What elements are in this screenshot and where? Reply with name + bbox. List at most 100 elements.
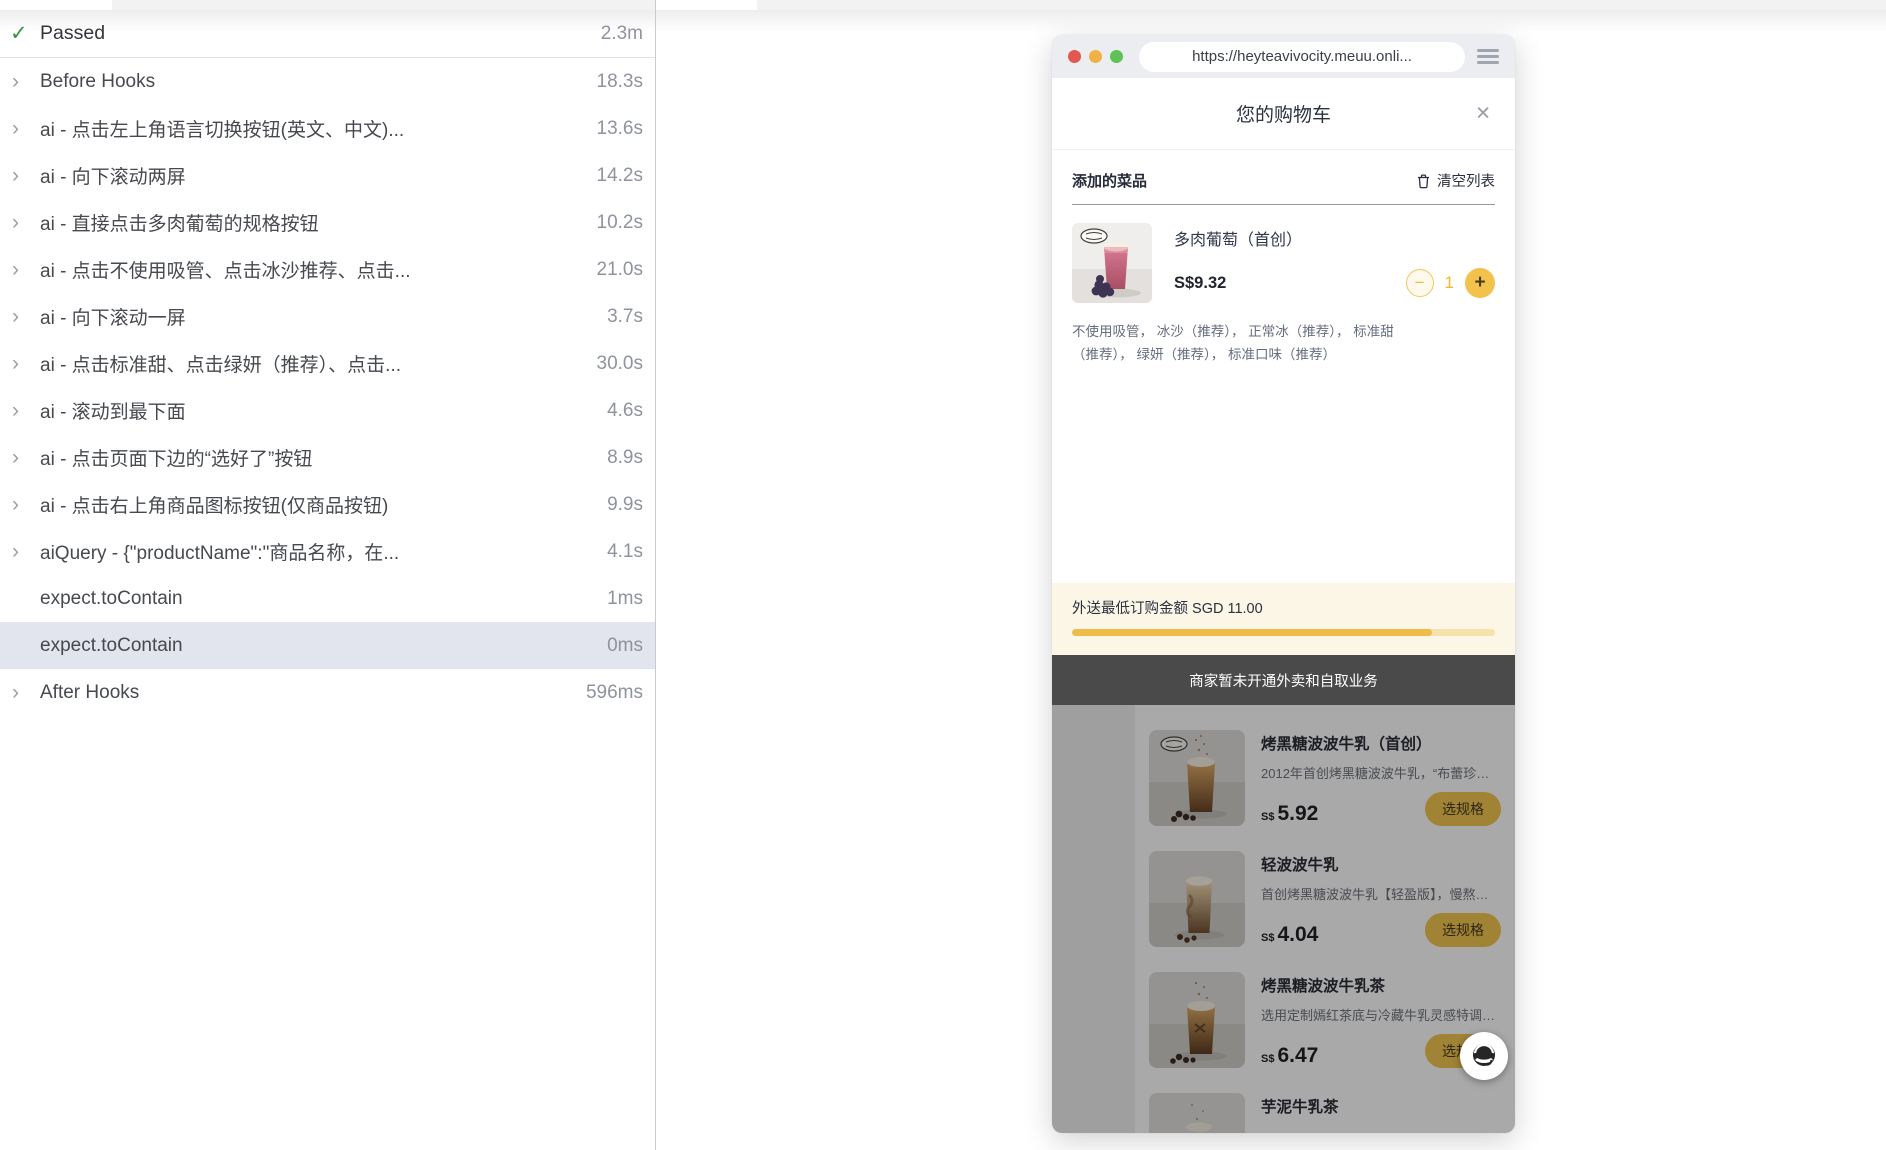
price-value: 4.04 <box>1277 923 1319 946</box>
product-name: 芋泥牛乳茶 <box>1261 1099 1339 1116</box>
step-row-expect-selected[interactable]: expect.toContain 0ms <box>0 622 655 669</box>
chevron-right-icon[interactable]: › <box>12 682 40 703</box>
chevron-right-icon[interactable]: › <box>12 494 40 515</box>
clear-cart-button[interactable]: 清空列表 <box>1416 170 1495 191</box>
product-description: 首创烤黑糖波波牛乳【轻盈版】，慢熬… <box>1261 887 1489 902</box>
price-value: 6.47 <box>1277 1044 1319 1067</box>
select-spec-button[interactable]: 选规格 <box>1425 792 1501 826</box>
product-image-grape-drink <box>1072 223 1152 303</box>
step-row[interactable]: › ai - 滚动到最下面 4.6s <box>0 387 655 434</box>
close-window-button[interactable] <box>1068 50 1081 63</box>
store-closed-banner: 商家暂未开通外卖和自取业务 <box>1052 655 1515 705</box>
timeline-notch <box>656 0 757 10</box>
product-name: 烤黑糖波波牛乳茶 <box>1261 978 1386 995</box>
step-row[interactable]: › ai - 点击左上角语言切换按钮(英文、中文)... 13.6s <box>0 105 655 152</box>
step-time: 9.9s <box>607 493 643 515</box>
step-row-aiquery[interactable]: › aiQuery - {"productName":"商品名称，在... 4.… <box>0 528 655 575</box>
page-title: 您的购物车 <box>1235 105 1331 126</box>
step-time: 596ms <box>585 681 643 703</box>
chevron-right-icon[interactable]: › <box>12 71 40 92</box>
zoom-window-button[interactable] <box>1110 50 1123 63</box>
product-name: 轻波波牛乳 <box>1261 857 1339 874</box>
step-row[interactable]: › ai - 点击不使用吸管、点击冰沙推荐、点击... 21.0s <box>0 246 655 293</box>
step-time: 30.0s <box>596 352 643 374</box>
cart-item-name: 多肉葡萄（首创） <box>1174 232 1303 249</box>
timeline-notch <box>0 0 112 10</box>
chevron-right-icon[interactable]: › <box>12 259 40 280</box>
step-row-after-hooks[interactable]: › After Hooks 596ms <box>0 669 655 716</box>
cart-item-specs: 不使用吸管， 冰沙（推荐）， 正常冰（推荐）， 标准甜（推荐）， 绿妍（推荐），… <box>1072 324 1394 362</box>
menu-icon[interactable] <box>1477 46 1499 68</box>
product-name: 烤黑糖波波牛乳（首创） <box>1261 736 1432 753</box>
step-label: ai - 点击标准甜、点击绿妍（推荐）、点击... <box>40 355 402 376</box>
step-label: Before Hooks <box>40 70 156 92</box>
chevron-right-icon[interactable]: › <box>12 165 40 186</box>
step-time: 14.2s <box>596 164 643 186</box>
price-value: 5.92 <box>1277 802 1319 825</box>
cart-item: 多肉葡萄（首创） S$9.32 − 1 + <box>1072 223 1495 303</box>
cart-item-price: S$9.32 <box>1174 273 1227 292</box>
product-image-brown-sugar-milk-tea <box>1149 972 1245 1068</box>
delivery-progress-fill <box>1072 629 1432 636</box>
step-time: 4.1s <box>607 540 643 562</box>
step-row[interactable]: › ai - 向下滚动两屏 14.2s <box>0 152 655 199</box>
check-icon: ✓ <box>10 22 28 45</box>
step-row[interactable]: › ai - 向下滚动一屏 3.7s <box>0 293 655 340</box>
currency-label: S$ <box>1261 932 1275 944</box>
step-label: ai - 点击右上角商品图标按钮(仅商品按钮) <box>40 496 389 517</box>
list-item[interactable]: 烤黑糖波波牛乳（首创） 2012年首创烤黑糖波波牛乳，“布蕾珍… S$ 5.92 … <box>1149 730 1501 826</box>
timeline-strip <box>0 0 1886 10</box>
select-spec-button[interactable]: 选规格 <box>1425 913 1501 947</box>
step-label: After Hooks <box>40 681 140 703</box>
step-label: ai - 点击左上角语言切换按钮(英文、中文)... <box>40 120 405 141</box>
chevron-right-icon[interactable]: › <box>12 118 40 139</box>
step-time: 4.6s <box>607 399 643 421</box>
clear-cart-label: 清空列表 <box>1437 174 1495 190</box>
currency-label: S$ <box>1261 811 1275 823</box>
close-icon[interactable]: ✕ <box>1475 102 1491 125</box>
step-row[interactable]: › ai - 点击右上角商品图标按钮(仅商品按钮) 9.9s <box>0 481 655 528</box>
minimize-window-button[interactable] <box>1089 50 1102 63</box>
step-time: 0ms <box>607 634 643 656</box>
step-label: ai - 向下滚动一屏 <box>40 308 186 329</box>
chevron-right-icon[interactable]: › <box>12 353 40 374</box>
increase-quantity-button[interactable]: + <box>1465 268 1495 298</box>
store-closed-text: 商家暂未开通外卖和自取业务 <box>1189 673 1378 690</box>
list-item[interactable]: 芋泥牛乳茶 <box>1149 1093 1501 1133</box>
step-row[interactable]: › ai - 直接点击多肉葡萄的规格按钮 10.2s <box>0 199 655 246</box>
chevron-right-icon[interactable]: › <box>12 400 40 421</box>
cart-section: 添加的菜品 清空列表 多肉葡萄（首创） S$9.32 − 1 + 不使用吸管， … <box>1052 150 1515 583</box>
customer-service-button[interactable] <box>1460 1032 1508 1080</box>
product-description: 选用定制嫣红茶底与冷藏牛乳灵感特调… <box>1261 1008 1495 1023</box>
chevron-right-icon[interactable]: › <box>12 447 40 468</box>
customer-service-icon <box>1473 1043 1495 1066</box>
step-label: aiQuery - {"productName":"商品名称，在... <box>40 543 400 564</box>
trash-icon <box>1418 173 1429 188</box>
quantity-stepper: − 1 + <box>1405 268 1495 298</box>
step-label: ai - 点击页面下边的“选好了”按钮 <box>40 449 313 470</box>
step-row-before-hooks[interactable]: › Before Hooks 18.3s <box>0 58 655 105</box>
cart-page-header: 您的购物车 ✕ <box>1052 78 1515 150</box>
product-image-light-boba-milk <box>1149 851 1245 947</box>
delivery-minimum-text: 外送最低订购金额 SGD 11.00 <box>1072 601 1263 617</box>
test-status-row[interactable]: ✓ Passed 2.3m <box>0 10 655 58</box>
chevron-right-icon[interactable]: › <box>12 306 40 327</box>
currency-label: S$ <box>1261 1053 1275 1065</box>
step-row-expect[interactable]: expect.toContain 1ms <box>0 575 655 622</box>
step-time: 21.0s <box>596 258 643 280</box>
cart-section-title: 添加的菜品 <box>1072 173 1148 190</box>
decrease-quantity-button[interactable]: − <box>1405 269 1434 297</box>
chevron-right-icon[interactable]: › <box>12 541 40 562</box>
product-image-brown-sugar-milk <box>1149 730 1245 826</box>
list-item[interactable]: 烤黑糖波波牛乳茶 选用定制嫣红茶底与冷藏牛乳灵感特调… S$6.47 选规格 <box>1149 972 1501 1068</box>
product-description: 2012年首创烤黑糖波波牛乳，“布蕾珍… <box>1261 766 1490 781</box>
url-bar[interactable]: https://heyteavivocity.meuu.onli... <box>1139 41 1465 72</box>
step-label: expect.toContain <box>40 587 183 609</box>
step-row[interactable]: › ai - 点击页面下边的“选好了”按钮 8.9s <box>0 434 655 481</box>
step-row[interactable]: › ai - 点击标准甜、点击绿妍（推荐）、点击... 30.0s <box>0 340 655 387</box>
step-time: 3.7s <box>607 305 643 327</box>
cart-divider <box>1072 204 1495 205</box>
chevron-right-icon[interactable]: › <box>12 212 40 233</box>
browser-window: https://heyteavivocity.meuu.onli... 您的购物… <box>1052 35 1515 1133</box>
list-item[interactable]: 轻波波牛乳 首创烤黑糖波波牛乳【轻盈版】，慢熬… S$ 4.04 选规格 <box>1149 851 1501 947</box>
